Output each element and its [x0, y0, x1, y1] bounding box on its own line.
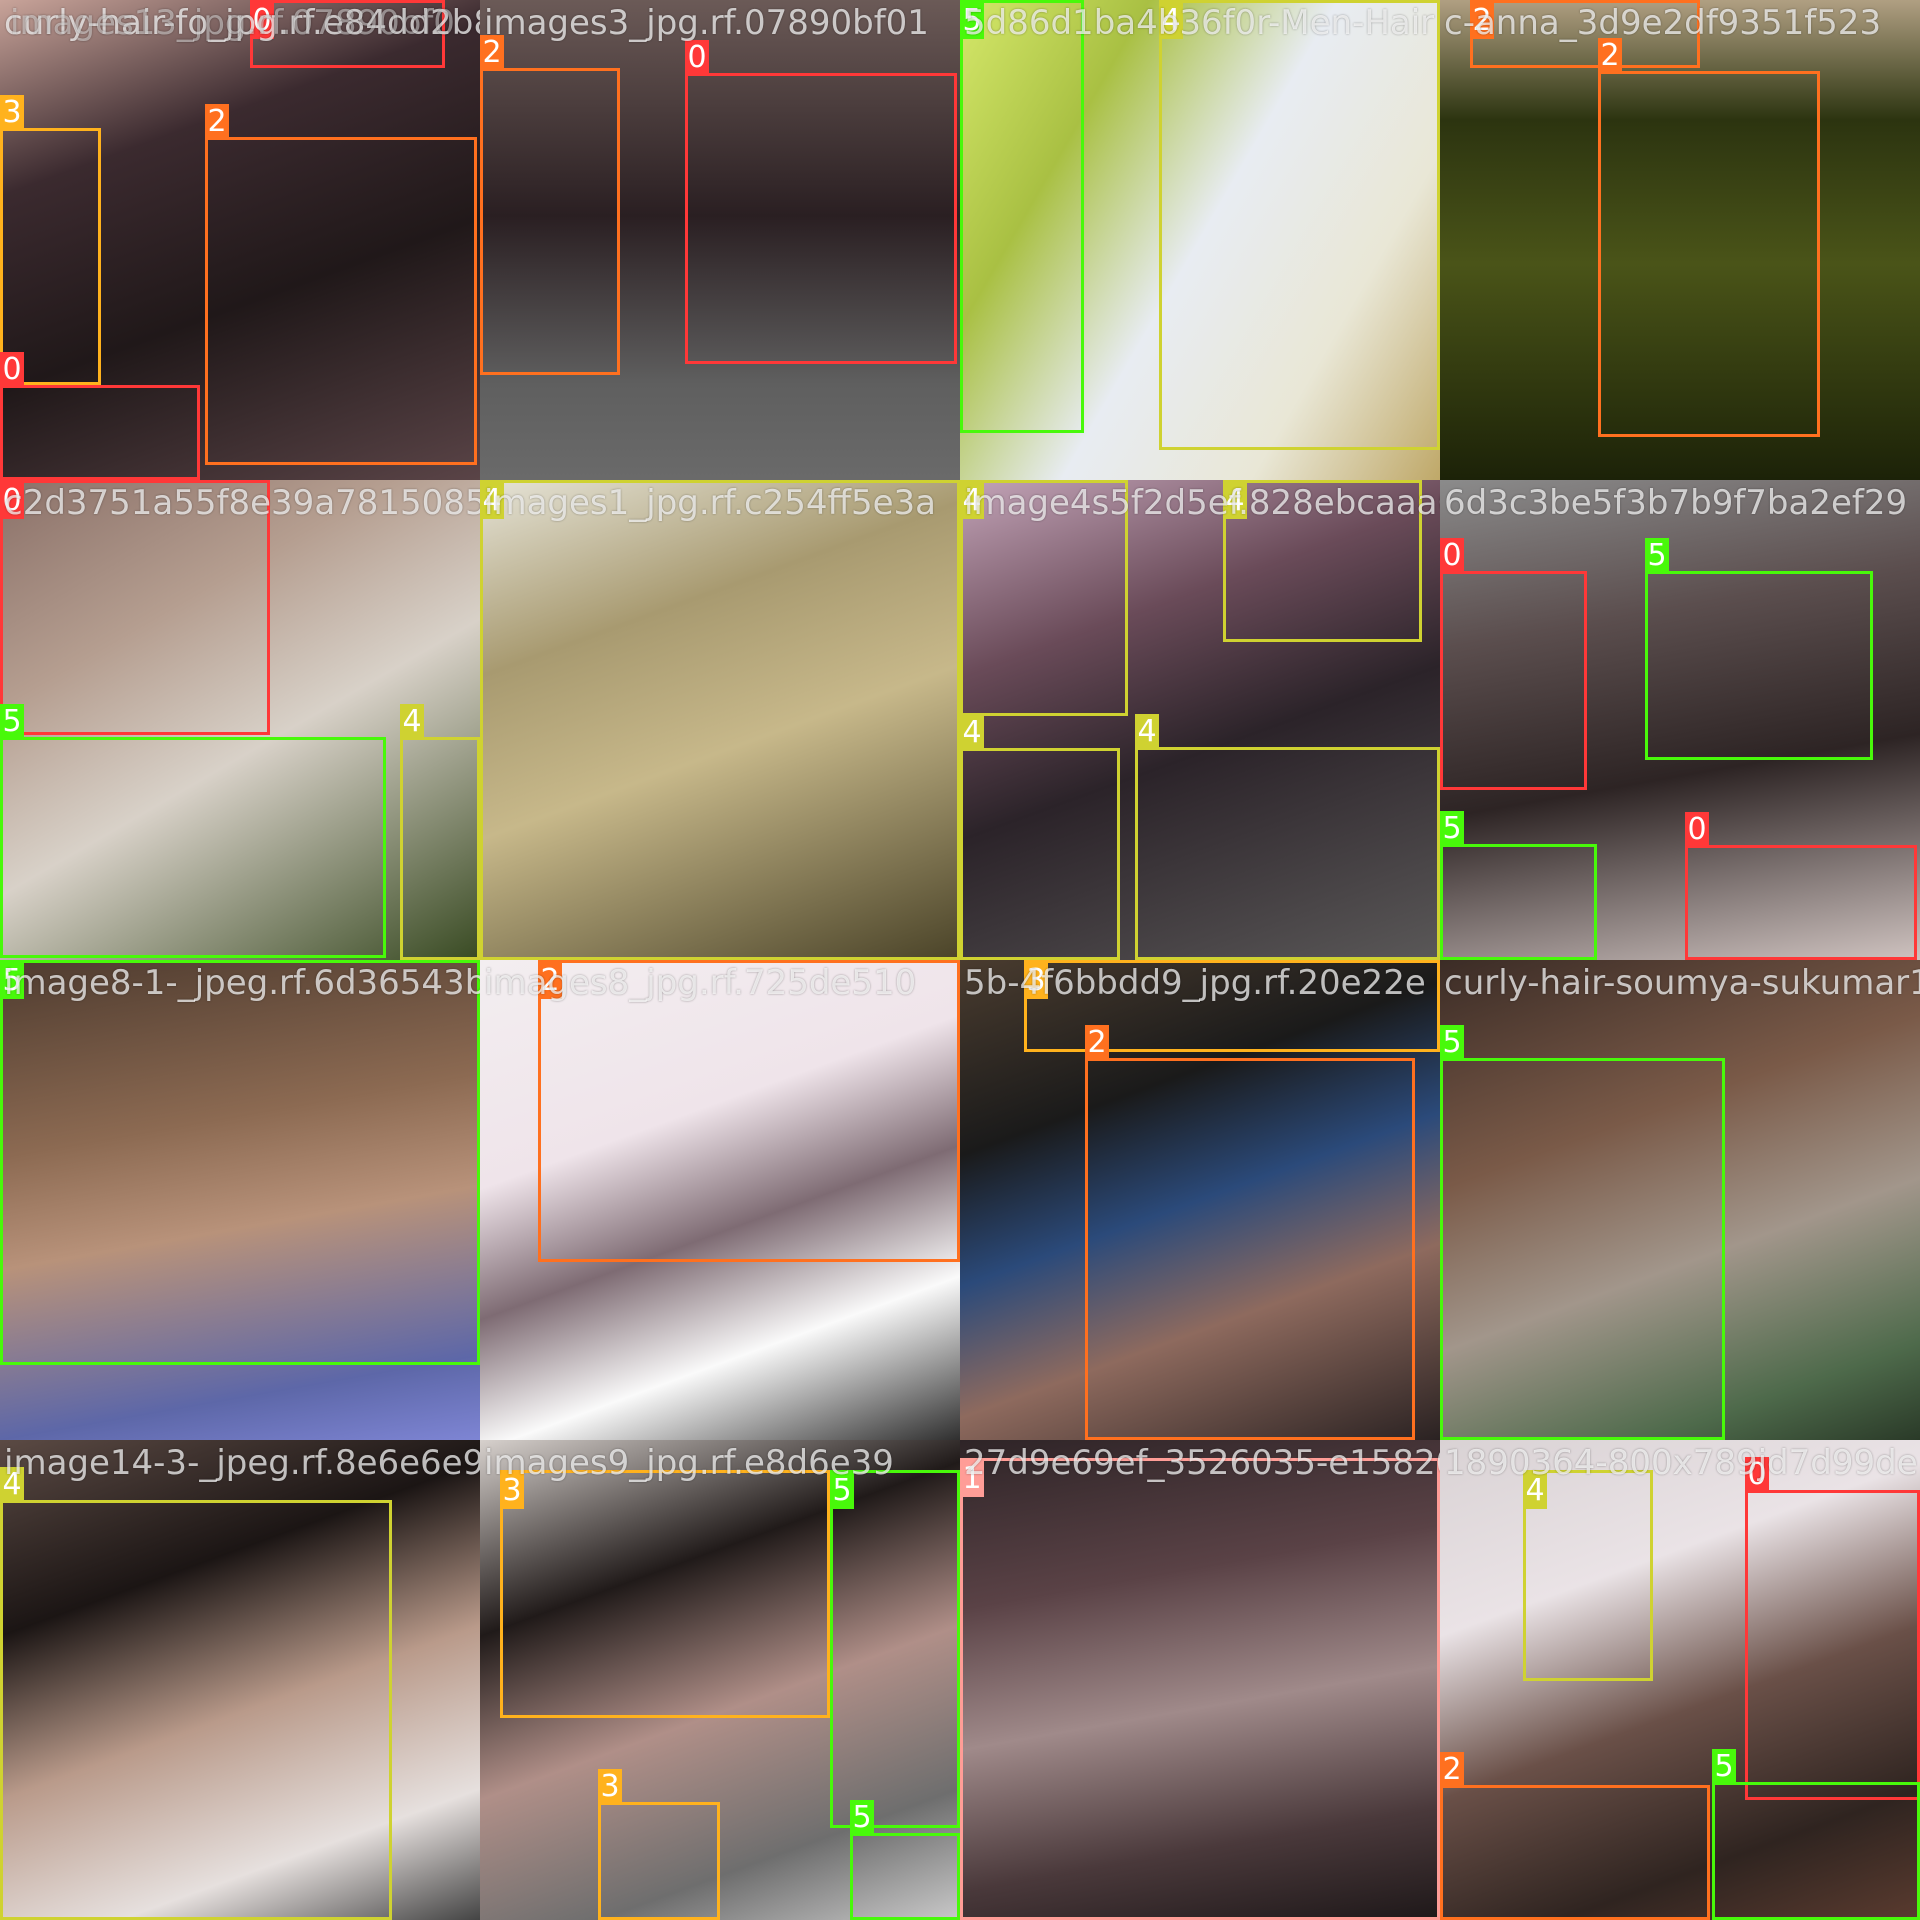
bounding-box-class-2: 2: [1440, 1752, 1710, 1920]
mosaic-tile: 054c2d3751a55f8e39a781508593b6d619_jpg.r…: [0, 480, 480, 960]
bounding-box-class-4: 4: [1159, 0, 1440, 450]
mosaic-tile: 4 0 2 5 1890364-800x789jd7d99de: [1440, 1440, 1920, 1920]
image-filename: images3_jpg.rf.07890bf01: [484, 3, 929, 43]
mosaic-tile: 0320curly-hair-fo_jpg.rf.e84dd2b8b42e311…: [0, 0, 480, 480]
class-label: 5: [850, 1800, 874, 1836]
image-filename: c2d3751a55f8e39a781508593b6d619_jpg.rf.f: [4, 483, 480, 523]
bounding-box-class-3: 3: [0, 95, 101, 385]
bounding-box-class-3: 3: [500, 1470, 830, 1718]
class-label: 5: [0, 704, 24, 740]
class-label: 3: [0, 95, 24, 131]
mosaic-tile: 4 images1_jpg.rf.c254ff5e3a: [480, 480, 960, 960]
class-label: 0: [0, 352, 24, 388]
bounding-box-class-4: 4: [400, 704, 480, 960]
bounding-box-class-2: 2: [480, 35, 620, 375]
bounding-box-class-4: 4: [480, 480, 960, 960]
bounding-box-class-5: 5: [1645, 538, 1873, 760]
image-filename: c-anna_3d9e2df9351f523: [1444, 3, 1882, 43]
bounding-box-class-5: 5: [1712, 1749, 1920, 1920]
class-label: 0: [1440, 538, 1464, 574]
mosaic-tile: 2 images8_jpg.rf.725de510: [480, 960, 960, 1440]
bounding-box-class-1: 1: [960, 1458, 1440, 1920]
mosaic-tile: 3 2 5b-4f6bbdd9_jpg.rf.20e22e: [960, 960, 1440, 1440]
image-filename: image14-3-_jpeg.rf.8e6e6e9: [4, 1443, 480, 1483]
image-filename: 5d86d1ba4b36f0r-Men-Hair: [964, 3, 1435, 43]
class-label: 2: [205, 104, 229, 140]
image-filename: curly-hair-soumya-sukumar1: [1444, 963, 1920, 1003]
image-filename: 27d9e69ef_3526035-e158203: [964, 1443, 1440, 1483]
bounding-box-class-4: 4: [960, 715, 1120, 960]
bounding-box-class-2: 2: [1085, 1025, 1415, 1440]
image-filename: images1_jpg.rf.c254ff5e3a: [484, 483, 936, 523]
bounding-box-class-3: 3: [598, 1769, 720, 1920]
bounding-box-class-5: 5: [0, 960, 480, 1365]
class-label: 5: [1645, 538, 1669, 574]
image-filename-overlap: images13_jpg.rf.07890bf0: [10, 3, 455, 43]
bounding-box-class-4: 4: [1523, 1470, 1653, 1681]
bounding-box-class-5: 5: [0, 704, 386, 958]
class-label: 5: [1440, 811, 1464, 847]
image-filename: images8_jpg.rf.725de510: [484, 963, 917, 1003]
class-label: 4: [1135, 714, 1159, 750]
mosaic-tile: 1 27d9e69ef_3526035-e158203: [960, 1440, 1440, 1920]
bounding-box-class-4: 4: [0, 1467, 392, 1920]
class-label: 3: [598, 1769, 622, 1805]
class-label: 4: [400, 704, 424, 740]
mosaic-tile: 4 image14-3-_jpeg.rf.8e6e6e9: [0, 1440, 480, 1920]
class-label: 5: [1440, 1025, 1464, 1061]
class-label: 0: [1685, 812, 1709, 848]
bounding-box-class-5: 5: [850, 1800, 960, 1920]
class-label: 2: [1440, 1752, 1464, 1788]
image-filename: 1890364-800x789jd7d99de: [1444, 1443, 1918, 1483]
image-filename: image4s5f2d5ef.828ebcaaa6: [964, 483, 1440, 523]
bounding-box-class-5: 5: [1440, 811, 1597, 960]
mosaic-tile: 5 curly-hair-soumya-sukumar1: [1440, 960, 1920, 1440]
mosaic-tile: 5 4 5d86d1ba4b36f0r-Men-Hair: [960, 0, 1440, 480]
image-filename: images9_jpg.rf.e8d6e39: [484, 1443, 894, 1483]
mosaic-tile: 2 0 images3_jpg.rf.07890bf01: [480, 0, 960, 480]
bounding-box-class-4: 4: [1135, 714, 1440, 960]
mosaic-tile: 4 4 4 4 image4s5f2d5ef.828ebcaaa6: [960, 480, 1440, 960]
class-label: 4: [960, 715, 984, 751]
mosaic-grid: 0320curly-hair-fo_jpg.rf.e84dd2b8b42e311…: [0, 0, 1920, 1920]
image-filename: image8-1-_jpeg.rf.6d36543b: [4, 963, 480, 1003]
image-filename: 6d3c3be5f3b7b9f7ba2ef29: [1444, 483, 1908, 523]
bounding-box-class-5: 5: [1440, 1025, 1725, 1440]
mosaic-tile: 3 5 3 5 images9_jpg.rf.e8d6e39: [480, 1440, 960, 1920]
bounding-box-class-0: 0: [1745, 1457, 1920, 1800]
class-label: 5: [1712, 1749, 1736, 1785]
bounding-box-class-2: 2: [1598, 38, 1820, 437]
bounding-box-class-0: 0: [0, 352, 200, 480]
bounding-box-class-2: 2: [205, 104, 477, 465]
bounding-box-class-0: 0: [1685, 812, 1917, 960]
mosaic-tile: 2 2 c-anna_3d9e2df9351f523: [1440, 0, 1920, 480]
image-filename: 5b-4f6bbdd9_jpg.rf.20e22e: [964, 963, 1426, 1003]
mosaic-tile: 5 image8-1-_jpeg.rf.6d36543b: [0, 960, 480, 1440]
mosaic-tile: 0 5 5 0 6d3c3be5f3b7b9f7ba2ef29: [1440, 480, 1920, 960]
bounding-box-class-0: 0: [1440, 538, 1587, 790]
bounding-box-class-0: 0: [685, 40, 957, 364]
class-label: 2: [1085, 1025, 1109, 1061]
bounding-box-class-5: 5: [960, 0, 1084, 433]
bounding-box-class-5: 5: [830, 1470, 960, 1828]
